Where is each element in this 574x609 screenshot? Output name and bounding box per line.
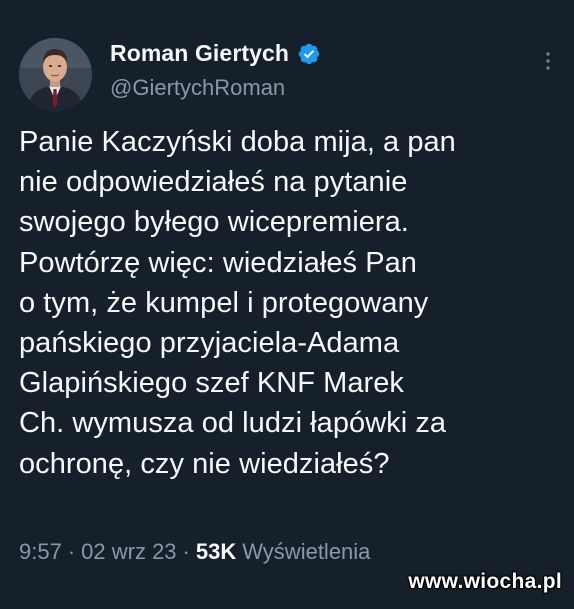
tweet-meta: 9:57 · 02 wrz 23 · 53K Wyświetlenia bbox=[19, 539, 370, 565]
author-handle[interactable]: @GiertychRoman bbox=[110, 75, 285, 101]
more-options-icon[interactable] bbox=[544, 50, 552, 72]
tweet-time[interactable]: 9:57 bbox=[19, 539, 62, 565]
tweet-card: Roman Giertych @GiertychRoman Panie Kacz… bbox=[0, 0, 574, 609]
meta-separator: · bbox=[67, 539, 76, 564]
tweet-date[interactable]: 02 wrz 23 bbox=[81, 539, 176, 565]
avatar[interactable] bbox=[19, 38, 92, 111]
author-name-row: Roman Giertych bbox=[110, 40, 321, 67]
views-label: Wyświetlenia bbox=[242, 539, 371, 564]
watermark: www.wiocha.pl bbox=[408, 570, 562, 593]
verified-badge-icon bbox=[297, 42, 321, 66]
avatar-image bbox=[19, 38, 92, 111]
views-count: 53K bbox=[195, 539, 237, 564]
meta-separator: · bbox=[182, 539, 190, 564]
author-display-name[interactable]: Roman Giertych bbox=[110, 40, 289, 67]
tweet-text: Panie Kaczyński doba mija, a pan nie odp… bbox=[19, 126, 456, 480]
